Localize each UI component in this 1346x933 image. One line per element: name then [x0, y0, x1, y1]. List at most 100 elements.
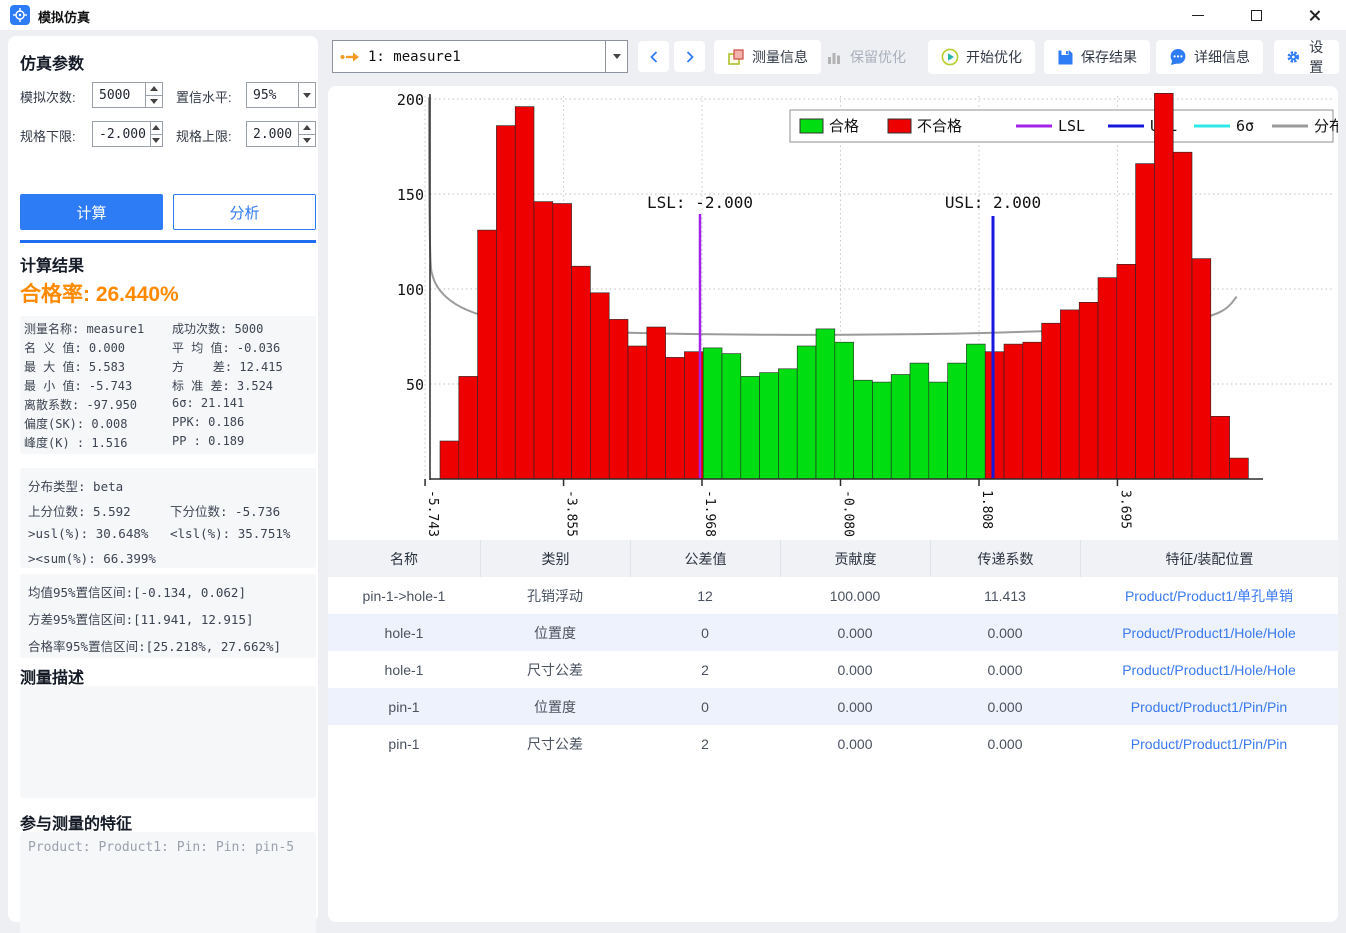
histogram-bar [854, 380, 873, 479]
table-cell: 位置度 [480, 688, 630, 725]
table-cell: 100.000 [780, 577, 930, 614]
table-header-cell[interactable]: 类别 [480, 540, 630, 577]
measure-info-button[interactable]: 测量信息 [714, 40, 821, 74]
y-tick-label: 50 [406, 376, 424, 394]
table-row[interactable]: pin-1->hole-1孔销浮动12100.00011.413Product/… [328, 577, 1338, 614]
histogram-bar [1079, 302, 1098, 479]
keep-optimize-button: 保留优化 [814, 40, 919, 74]
measure-select[interactable]: 1: measure1 [332, 40, 628, 73]
histogram-bar [741, 376, 760, 479]
legend-swatch [888, 119, 911, 133]
maximize-button[interactable] [1234, 0, 1278, 30]
table-cell: 0.000 [930, 688, 1080, 725]
table-row[interactable]: hole-1尺寸公差20.0000.000Product/Product1/Ho… [328, 651, 1338, 688]
table-row[interactable]: pin-1位置度00.0000.000Product/Product1/Pin/… [328, 688, 1338, 725]
sim-count-label: 模拟次数: [20, 87, 76, 106]
histogram-bar [1004, 344, 1023, 479]
assembly-location-link[interactable]: Product/Product1/单孔单销 [1080, 577, 1338, 614]
histogram-bar [835, 342, 854, 479]
detail-info-label: 详细信息 [1194, 47, 1250, 67]
confidence-interval-line: 方差95%置信区间:[11.941, 12.915] [28, 609, 308, 636]
prev-measure-button[interactable] [638, 41, 669, 72]
play-icon [941, 48, 959, 66]
chat-bubble-icon [1169, 48, 1187, 66]
stat-line: 成功次数: 5000 [172, 320, 318, 339]
settings-button[interactable]: 设置 [1274, 40, 1339, 74]
table-header-cell[interactable]: 名称 [328, 540, 480, 577]
measure-arrow-icon [340, 51, 360, 63]
legend-label: LSL [1058, 117, 1085, 135]
table-header-cell[interactable]: 传递系数 [930, 540, 1080, 577]
table-cell: 0 [630, 688, 780, 725]
histogram-bar [966, 344, 985, 479]
table-cell: pin-1 [328, 725, 480, 762]
sim-count-input[interactable]: 5000 [92, 82, 163, 108]
sim-count-stepper[interactable] [145, 83, 162, 107]
confidence-select[interactable]: 95% [246, 82, 316, 108]
histogram-bar [985, 352, 1004, 479]
results-title: 计算结果 [20, 252, 84, 276]
close-button[interactable] [1292, 0, 1336, 30]
histogram-bar [534, 202, 553, 479]
y-tick-label: 150 [397, 186, 424, 204]
lsl-label: 规格下限: [20, 126, 76, 145]
window-title: 模拟仿真 [38, 7, 90, 26]
table-header-cell[interactable]: 特征/装配位置 [1080, 540, 1338, 577]
table-cell: 0.000 [780, 651, 930, 688]
distribution-line: ><sum(%): 66.399% [28, 551, 308, 576]
table-row[interactable]: hole-1位置度00.0000.000Product/Product1/Hol… [328, 614, 1338, 651]
features-box[interactable]: Product: Product1: Pin: Pin: pin-5 [20, 832, 316, 933]
stat-line: PP : 0.189 [172, 434, 318, 453]
histogram-bar [948, 363, 967, 479]
histogram-bar [703, 348, 722, 479]
app-window: { "titlebar": { "title": "模拟仿真" }, "side… [0, 0, 1346, 933]
assembly-location-link[interactable]: Product/Product1/Pin/Pin [1080, 688, 1338, 725]
assembly-location-link[interactable]: Product/Product1/Hole/Hole [1080, 651, 1338, 688]
table-header-cell[interactable]: 公差值 [630, 540, 780, 577]
measure-select-arrow[interactable] [605, 41, 627, 72]
minimize-icon [1192, 15, 1204, 16]
close-icon [1308, 9, 1321, 22]
usl-label: 规格上限: [176, 126, 232, 145]
calculate-button[interactable]: 计算 [20, 194, 163, 230]
confidence-interval-line: 合格率95%置信区间:[25.218%, 27.662%] [28, 636, 308, 663]
save-result-button[interactable]: 保存结果 [1044, 40, 1150, 74]
save-result-label: 保存结果 [1081, 47, 1137, 67]
table-row[interactable]: pin-1尺寸公差20.0000.000Product/Product1/Pin… [328, 725, 1338, 762]
confidence-dropdown-arrow[interactable] [298, 83, 315, 107]
lsl-stepper[interactable] [150, 122, 162, 146]
analyze-button[interactable]: 分析 [173, 194, 316, 230]
table-header-cell[interactable]: 贡献度 [780, 540, 930, 577]
stat-line: 平 均 值: -0.036 [172, 339, 318, 358]
usl-input[interactable]: 2.000 [246, 121, 316, 147]
assembly-location-link[interactable]: Product/Product1/Hole/Hole [1080, 614, 1338, 651]
assembly-location-link[interactable]: Product/Product1/Pin/Pin [1080, 725, 1338, 762]
detail-info-button[interactable]: 详细信息 [1156, 40, 1263, 74]
step-down-icon [303, 138, 311, 143]
histogram-bar [478, 230, 497, 479]
minimize-button[interactable] [1176, 0, 1220, 30]
description-box[interactable] [20, 686, 316, 798]
lsl-label: LSL: -2.000 [647, 193, 753, 212]
step-down-icon [152, 138, 160, 143]
usl-stepper[interactable] [298, 122, 315, 146]
x-tick-label: -5.743 [425, 490, 440, 537]
legend-label: 6σ [1236, 117, 1254, 135]
table-cell: 孔销浮动 [480, 577, 630, 614]
lsl-input[interactable]: -2.000 [92, 121, 163, 147]
table-cell: 尺寸公差 [480, 651, 630, 688]
step-up-icon [150, 86, 158, 91]
histogram-bar [647, 327, 666, 479]
main-panel: 合格不合格LSLUSL6σ分布曲线 LSL: -2.000USL: 2.000 … [328, 86, 1338, 922]
histogram-bar [666, 357, 685, 479]
gear-icon [1287, 48, 1300, 66]
step-up-icon [152, 125, 160, 130]
start-optimize-button[interactable]: 开始优化 [928, 40, 1035, 74]
next-measure-button[interactable] [674, 41, 705, 72]
start-optimize-label: 开始优化 [966, 47, 1022, 67]
histogram-bar [515, 107, 534, 479]
x-tick-label: 1.808 [979, 490, 994, 529]
histogram-bar [872, 382, 891, 479]
table-cell: 11.413 [930, 577, 1080, 614]
histogram-bar [910, 363, 929, 479]
